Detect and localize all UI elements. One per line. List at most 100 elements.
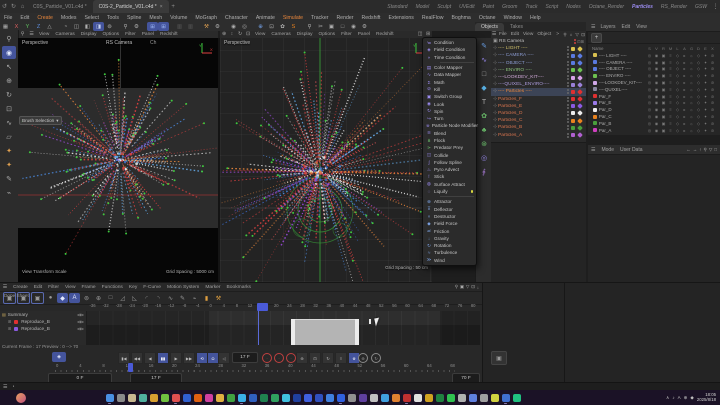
record-icon[interactable]: · [286, 353, 296, 363]
layer-toggle-icon[interactable]: ▣ [660, 121, 667, 126]
layer-toggle-icon[interactable]: ≡ [667, 107, 674, 112]
layer-toggle-icon[interactable]: ⊘ [709, 60, 716, 65]
timeline-menu-item[interactable]: Edit [31, 285, 45, 290]
taskbar-app-icon[interactable] [391, 393, 400, 402]
layer-diamond-icon[interactable] [577, 53, 583, 59]
layer-toggles[interactable]: ◎ ◉ ▣ ≡ ◇ ▸ ☼ ◇ ✦ ⊘ [646, 87, 716, 92]
taskbar-app-icon[interactable] [237, 393, 246, 404]
layer-toggle-icon[interactable]: ✦ [702, 114, 709, 119]
timeline-menu-item[interactable]: View [62, 285, 79, 290]
popup-menu-item[interactable]: ⊼ Deflector [423, 206, 476, 213]
layer-toggle-icon[interactable]: ◎ [646, 73, 653, 78]
keyframe-option-icon[interactable]: ⊕ [358, 353, 368, 363]
add-layer-button[interactable]: + [591, 32, 602, 43]
layer-toggle-icon[interactable]: ⊘ [709, 53, 716, 58]
layer-row[interactable]: Par_D ◎ ◉ ▣ ≡ ◇ ▸ ☼ ◇ ✦ ⊘ [588, 106, 720, 113]
taskbar-app-icon[interactable] [193, 393, 202, 402]
layer-color-chip[interactable] [593, 60, 597, 65]
toolbar-icon[interactable]: ◉ [228, 22, 239, 31]
layer-color-chip[interactable] [593, 87, 597, 92]
layer-toggle-icon[interactable]: ◇ [674, 114, 681, 119]
layer-toggle-icon[interactable]: ▸ [681, 114, 688, 119]
viewport-menu-item[interactable]: Display [78, 32, 100, 37]
popup-menu-item[interactable]: ▣ Switch Group [423, 93, 476, 100]
popup-menu-item[interactable]: ↻ Rotation [423, 242, 476, 249]
layer-toggle-icon[interactable]: ☼ [688, 128, 695, 133]
maximize-icon[interactable]: ⊡ [244, 32, 252, 37]
viewport-menu-item[interactable]: Redshift [373, 32, 397, 37]
layer-toggle-icon[interactable]: ◉ [653, 87, 660, 92]
attributes-toolbar-icon[interactable]: ⚲ [704, 147, 707, 153]
toolbar-icon[interactable]: ▥ [185, 22, 196, 31]
viewport-menu-item[interactable]: Redshift [157, 32, 181, 37]
viewport-menu-item[interactable]: Display [294, 32, 316, 37]
layout-tab[interactable]: UVEdit [455, 0, 479, 13]
object-row[interactable]: ⊹ Particles_F [491, 96, 586, 103]
layer-toggle-icon[interactable]: ≡ [667, 60, 674, 65]
timeline-tool-icon[interactable]: ◝ [153, 293, 164, 303]
layer-color-chip[interactable] [593, 128, 597, 133]
layer-row[interactable]: ----QUIXEL---- ◎ ◉ ▣ ≡ ◇ ▸ ☼ ◇ ✦ ⊘ [588, 86, 720, 93]
layer-toggle-icon[interactable]: ◇ [674, 80, 681, 85]
menu-item[interactable]: Edit [16, 13, 33, 22]
keyframe-tick[interactable] [369, 319, 371, 324]
object-row[interactable]: ⊹ ---- ENVIRO ---- [491, 67, 586, 74]
timeline-menu-item[interactable]: Key [126, 285, 140, 290]
layer-toggle-icon[interactable]: ◉ [653, 100, 660, 105]
toolbar-icon[interactable]: ⚲ [120, 22, 131, 31]
viewport-menu-item[interactable]: Panel [355, 32, 373, 37]
layer-diamond-icon[interactable] [577, 67, 583, 74]
palette-icon[interactable]: ♣ [478, 124, 491, 136]
toolbar-icon[interactable]: ⊞ [147, 22, 158, 31]
layer-toggle-icon[interactable]: ✦ [702, 121, 709, 126]
layer-toggle-icon[interactable]: ⊘ [709, 80, 716, 85]
layer-toggle-icon[interactable]: ◉ [653, 94, 660, 99]
layer-toggle-icon[interactable]: ≡ [667, 87, 674, 92]
timeline-menu-item[interactable]: Bookmarks [224, 285, 254, 290]
layer-diamond-icon[interactable] [577, 74, 583, 81]
timeline-tool-icon[interactable]: ◆ [57, 293, 68, 303]
layer-color-chip[interactable] [593, 66, 597, 71]
viewport-menu-item[interactable]: View [252, 32, 268, 37]
toolbar-icon[interactable]: △ [44, 22, 55, 31]
layer-diamond-icon[interactable] [577, 117, 583, 124]
menu-item[interactable]: Extensions [384, 13, 417, 22]
menu-item[interactable]: Animate [252, 13, 279, 22]
timeline-menu-item[interactable]: Create [10, 285, 31, 290]
tool-icon[interactable]: ✦ [2, 144, 16, 157]
layer-toggles[interactable]: ◎ ◉ ▣ ≡ ◇ ▸ ☼ ◇ ✦ ⊘ [646, 66, 716, 71]
layer-toggle-icon[interactable]: ◇ [674, 94, 681, 99]
panel-tab[interactable]: Objects [475, 23, 504, 31]
palette-icon[interactable]: T [478, 96, 491, 108]
layer-toggle-icon[interactable]: ◎ [646, 94, 653, 99]
layer-toggle-icon[interactable]: ✦ [702, 53, 709, 58]
object-row[interactable]: ⊹ ---- LIGHT ---- [491, 45, 586, 52]
layer-color-chip[interactable] [593, 121, 597, 126]
layer-toggle-icon[interactable]: ◇ [674, 121, 681, 126]
layer-toggle-icon[interactable]: ⊘ [709, 107, 716, 112]
timeline-corner-icon[interactable]: ⊡ [471, 284, 475, 290]
taskbar-app-icon[interactable] [347, 393, 356, 402]
dope-sheet-ruler[interactable]: -36-32-28-24-20-16-12-8-4048121620242832… [86, 303, 480, 311]
layer-toggles[interactable]: ◎ ◉ ▣ ≡ ◇ ▸ ☼ ◇ ✦ ⊘ [646, 128, 716, 133]
popup-menu-item[interactable]: ⋔ Flock [423, 137, 476, 144]
viewport-menu-item[interactable]: Filter [338, 32, 355, 37]
mini-palette-icon[interactable]: ▣ [491, 351, 507, 365]
layer-toggle-icon[interactable]: ◇ [695, 53, 702, 58]
pan-icon[interactable]: ⊕ [220, 32, 228, 37]
layer-toggle-icon[interactable]: ≡ [667, 114, 674, 119]
user-avatar[interactable] [16, 392, 26, 403]
document-tab-active[interactable]: C0S-2_Particle_V01.c4d * × [92, 0, 169, 13]
toolbar-icon[interactable]: ◎ [239, 22, 250, 31]
attributes-toolbar-icon[interactable]: ▽ [709, 147, 712, 153]
taskbar-app-icon[interactable] [303, 393, 312, 402]
taskbar-app-icon[interactable] [182, 393, 191, 402]
attributes-menu-item[interactable]: Mode [598, 147, 617, 153]
object-row[interactable]: ⊹ Particles_B [491, 124, 586, 131]
palette-icon[interactable]: □ [478, 68, 491, 80]
layer-toggle-icon[interactable]: ◇ [674, 87, 681, 92]
taskbar-app-icon[interactable] [226, 393, 235, 402]
more-menu[interactable]: > [553, 32, 562, 37]
block-handle-left[interactable] [291, 319, 295, 345]
keyframe-block[interactable] [294, 319, 356, 345]
